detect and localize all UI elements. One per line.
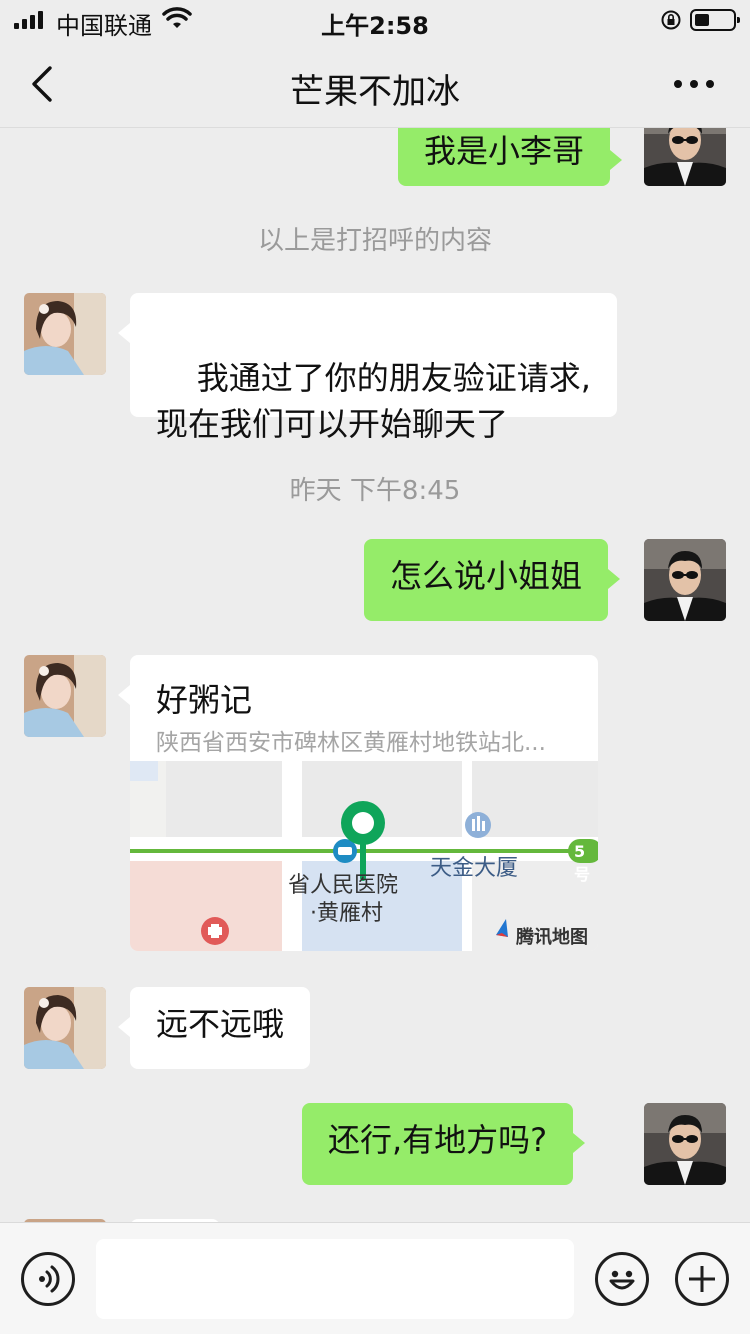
my-avatar[interactable] xyxy=(644,539,726,621)
my-avatar[interactable] xyxy=(644,128,726,186)
sent-message[interactable]: 还行,有地方吗? xyxy=(302,1103,586,1185)
voice-button[interactable] xyxy=(21,1252,75,1306)
chat-title: 芒果不加冰 xyxy=(290,72,460,112)
map-brand-label: 腾讯地图 xyxy=(516,927,588,948)
received-message[interactable]: 远不远哦 xyxy=(117,987,311,1069)
map-preview[interactable]: 省人民医院 ·黄雁村 天金大厦 5号 腾讯地图 xyxy=(130,761,598,951)
location-message-card[interactable]: 好粥记 陕西省西安市碑林区黄雁村地铁站北... 省人民医院 ·黄雁村 天金大厦 … xyxy=(118,655,598,951)
message-text: 我是小李哥 xyxy=(424,132,585,170)
status-bar: 中国联通 上午2:58 xyxy=(0,0,750,40)
received-message[interactable]: 我通过了你的朋友验证请求, 现在我们可以开始聊天了 xyxy=(118,293,617,443)
map-label-station: ·黄雁村 xyxy=(310,901,383,926)
location-address: 陕西省西安市碑林区黄雁村地铁站北... xyxy=(156,730,546,756)
emoji-button[interactable] xyxy=(595,1252,649,1306)
more-options-icon[interactable] xyxy=(674,80,714,90)
map-label-metro-line: 5号 xyxy=(574,842,591,884)
map-label-building: 天金大厦 xyxy=(430,856,519,881)
contact-avatar[interactable] xyxy=(24,655,106,737)
my-avatar[interactable] xyxy=(644,1103,726,1185)
location-name: 好粥记 xyxy=(156,681,253,719)
system-notice: 以上是打招呼的内容 xyxy=(257,226,492,256)
girl-avatar-icon xyxy=(24,987,106,1069)
girl-avatar-icon xyxy=(24,293,106,375)
girl-avatar-icon xyxy=(24,655,106,737)
chat-header: 芒果不加冰 xyxy=(0,40,750,128)
contact-avatar[interactable] xyxy=(24,987,106,1069)
man-sunglasses-avatar-icon xyxy=(644,128,726,186)
voice-icon xyxy=(39,1265,60,1293)
clock: 上午2:58 xyxy=(321,12,429,40)
battery-icon xyxy=(690,9,740,31)
sent-message[interactable]: 怎么说小姐姐 xyxy=(364,539,621,621)
man-sunglasses-avatar-icon xyxy=(644,539,726,621)
message-text: 还行,有地方吗? xyxy=(328,1121,548,1159)
add-button[interactable] xyxy=(675,1252,729,1306)
timestamp: 昨天 下午8:45 xyxy=(289,476,461,506)
emoji-icon xyxy=(609,1270,635,1290)
message-text: 我通过了你的朋友验证请求, 现在我们可以开始聊天了 xyxy=(156,359,591,443)
message-list[interactable]: 我是小李哥 以上是打招呼的内容 我通过了你的朋友验证请求, 现在我们可以开始聊天… xyxy=(0,128,750,1222)
rotation-lock-icon xyxy=(661,10,681,30)
message-input[interactable] xyxy=(96,1239,574,1319)
man-sunglasses-avatar-icon xyxy=(644,1103,726,1185)
plus-icon xyxy=(689,1266,715,1292)
input-toolbar xyxy=(0,1222,750,1334)
sent-message[interactable]: 我是小李哥 xyxy=(398,128,623,186)
message-text: 远不远哦 xyxy=(156,1005,285,1043)
message-text: 怎么说小姐姐 xyxy=(390,557,583,595)
contact-avatar[interactable] xyxy=(24,293,106,375)
